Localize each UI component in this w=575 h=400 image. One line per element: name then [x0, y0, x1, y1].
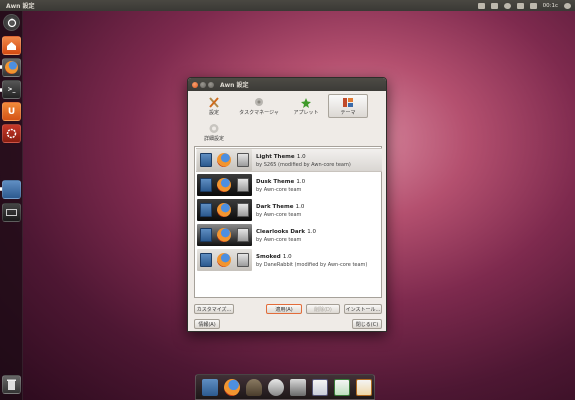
presentation-icon[interactable]	[356, 379, 372, 396]
dash-icon[interactable]	[3, 14, 20, 31]
mail-icon[interactable]	[490, 2, 498, 9]
theme-name: Light Theme	[256, 153, 295, 160]
disk-icon[interactable]	[202, 379, 218, 396]
awn-settings-window: Awn 設定 設定 タスクマネージャ アプレット テーマ 詳細設定 Light …	[187, 77, 387, 332]
about-button[interactable]: 情報(A)	[194, 319, 220, 329]
inkscape-icon[interactable]	[268, 379, 284, 396]
theme-list[interactable]: Light Theme 1.0 by S265 (modified by Awn…	[194, 146, 382, 298]
tab-applets[interactable]: アプレット	[286, 95, 326, 119]
theme-version: 1.0	[282, 253, 292, 260]
theme-author: by Awn-core team	[256, 211, 302, 218]
applet-icon	[301, 98, 311, 108]
theme-version: 1.0	[296, 178, 306, 185]
theme-name: Smoked	[256, 253, 281, 260]
tab-label: 設定	[208, 110, 219, 116]
window-title: Awn 設定	[220, 82, 249, 89]
home-folder-icon[interactable]	[2, 36, 21, 55]
theme-version: 1.0	[307, 228, 316, 235]
software-center-icon[interactable]	[2, 124, 21, 143]
gimp-icon[interactable]	[246, 379, 262, 396]
top-panel: Awn 設定 00:1c	[0, 0, 575, 11]
terminal-icon[interactable]: >_	[2, 80, 21, 99]
trash-icon[interactable]	[2, 375, 21, 394]
settings-toolbar: 設定 タスクマネージャ アプレット テーマ 詳細設定	[194, 94, 380, 147]
close-button[interactable]: 閉じる(C)	[352, 319, 382, 329]
theme-author: by DaneRabbit (modified by Awn-core team…	[256, 261, 368, 268]
tab-advanced[interactable]: 詳細設定	[194, 121, 234, 145]
theme-version: 1.0	[295, 203, 305, 210]
firefox-icon[interactable]	[224, 379, 240, 396]
theme-list-item[interactable]: Dusk Theme 1.0 by Awn-core team	[196, 173, 382, 197]
theme-list-item[interactable]: Smoked 1.0 by DaneRabbit (modified by Aw…	[196, 248, 382, 272]
close-window-button[interactable]	[192, 81, 198, 88]
customize-button[interactable]: カスタマイズ...	[194, 304, 234, 314]
tools-icon	[209, 97, 219, 108]
media-icon[interactable]	[290, 379, 306, 396]
ubuntu-one-icon[interactable]: U	[2, 102, 21, 121]
system-tray: 00:1c	[477, 0, 571, 11]
theme-name: Dark Theme	[256, 203, 294, 210]
install-button[interactable]: インストール...	[344, 304, 382, 314]
window-titlebar[interactable]: Awn 設定	[188, 78, 386, 91]
theme-list-item[interactable]: Clearlooks Dark 1.0 by Awn-core team	[196, 223, 382, 247]
theme-name: Dusk Theme	[256, 178, 295, 185]
firefox-icon[interactable]	[2, 58, 21, 77]
tab-label: テーマ	[340, 110, 356, 116]
delete-button[interactable]: 削除(D)	[306, 304, 340, 314]
awn-dock	[195, 374, 375, 400]
volume-icon[interactable]	[516, 2, 524, 9]
battery-icon[interactable]	[529, 2, 537, 9]
tab-task-manager[interactable]: タスクマネージャ	[234, 95, 284, 119]
maximize-window-button[interactable]	[208, 81, 214, 88]
keyboard-icon[interactable]	[477, 2, 485, 9]
tab-general[interactable]: 設定	[194, 95, 234, 119]
theme-icon	[343, 98, 353, 107]
tab-themes[interactable]: テーマ	[328, 94, 368, 118]
document-icon[interactable]	[312, 379, 328, 396]
theme-preview	[197, 174, 252, 196]
theme-name: Clearlooks Dark	[256, 228, 306, 235]
workspace-icon[interactable]	[2, 203, 21, 222]
theme-author: by Awn-core team	[256, 236, 302, 243]
theme-preview	[197, 224, 252, 246]
theme-preview	[197, 249, 252, 271]
task-manager-icon	[255, 98, 263, 106]
theme-version: 1.0	[296, 153, 306, 160]
gear-icon[interactable]	[564, 2, 571, 9]
launcher: >_ U	[0, 11, 23, 400]
spreadsheet-icon[interactable]	[334, 379, 350, 396]
awn-settings-icon[interactable]	[2, 180, 21, 199]
theme-preview	[197, 149, 252, 171]
minimize-window-button[interactable]	[200, 81, 206, 88]
tab-label: 詳細設定	[203, 136, 224, 142]
clock[interactable]: 00:1c	[543, 3, 558, 9]
theme-author: by Awn-core team	[256, 186, 302, 193]
theme-list-item[interactable]: Dark Theme 1.0 by Awn-core team	[196, 198, 382, 222]
theme-preview	[197, 199, 252, 221]
active-window-title: Awn 設定	[6, 3, 35, 10]
tab-label: アプレット	[293, 110, 319, 116]
apply-button[interactable]: 適用(A)	[266, 304, 302, 314]
theme-list-item[interactable]: Light Theme 1.0 by S265 (modified by Awn…	[196, 148, 382, 172]
theme-author: by S265 (modified by Awn-core team)	[256, 161, 351, 168]
network-icon[interactable]	[503, 2, 511, 9]
tab-label: タスクマネージャ	[239, 110, 279, 116]
advanced-icon	[209, 124, 219, 133]
